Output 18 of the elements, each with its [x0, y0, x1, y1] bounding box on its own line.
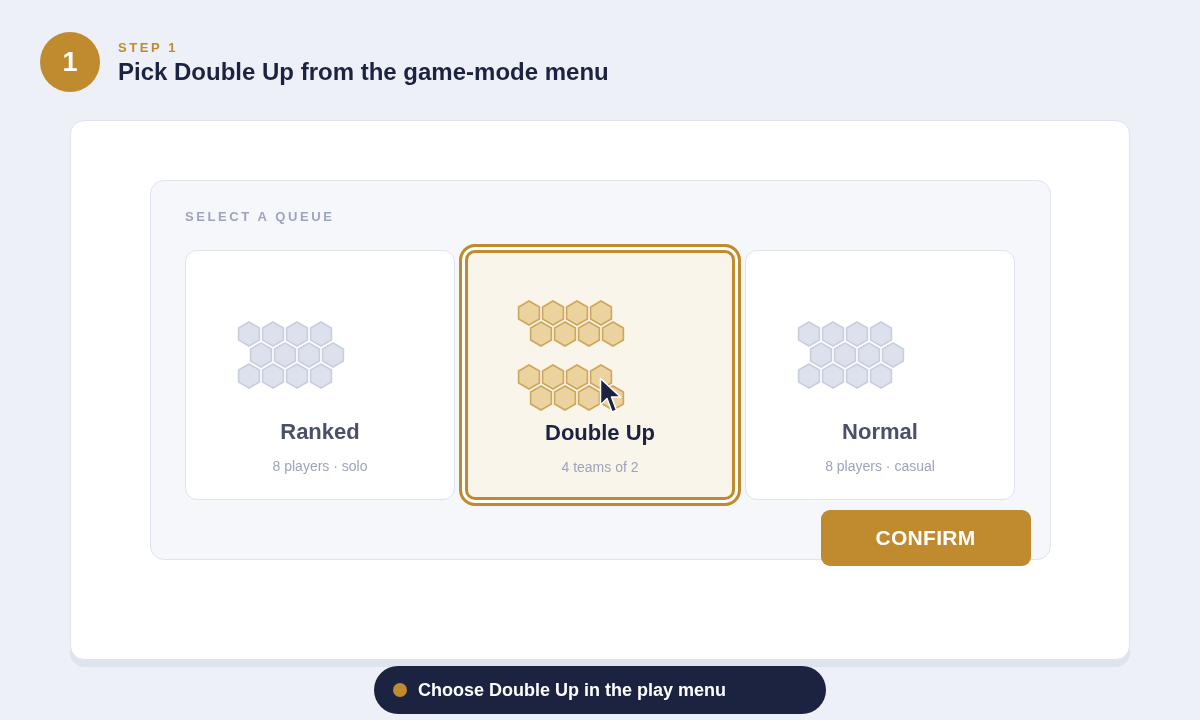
queue-option-detail: 8 players · solo [271, 458, 369, 475]
step-label: STEP 1 [118, 40, 180, 55]
queue-option-title: Double Up [544, 419, 656, 446]
queue-option-detail: 4 teams of 2 [560, 458, 640, 476]
hexagon-grid-icon [517, 300, 627, 411]
hexagon-grid-icon [797, 321, 907, 389]
queue-option-title: Normal [841, 419, 919, 445]
step-number-badge: 1 [40, 32, 100, 92]
bullet-dot-icon [393, 683, 407, 697]
section-heading: SELECT A QUEUE [185, 208, 336, 225]
queue-option-detail: 8 players · casual [824, 458, 936, 475]
queue-option-card[interactable]: Double Up 4 teams of 2 [459, 243, 741, 506]
step-title: Pick Double Up from the game-mode menu [118, 58, 609, 86]
hint-text: Choose Double Up in the play menu [418, 679, 727, 701]
hexagon-grid-icon [237, 321, 347, 389]
queue-option-card[interactable]: Ranked 8 players · solo [185, 249, 455, 500]
queue-option-title: Ranked [279, 419, 361, 445]
queue-option-card[interactable]: Normal 8 players · casual [745, 249, 1015, 500]
